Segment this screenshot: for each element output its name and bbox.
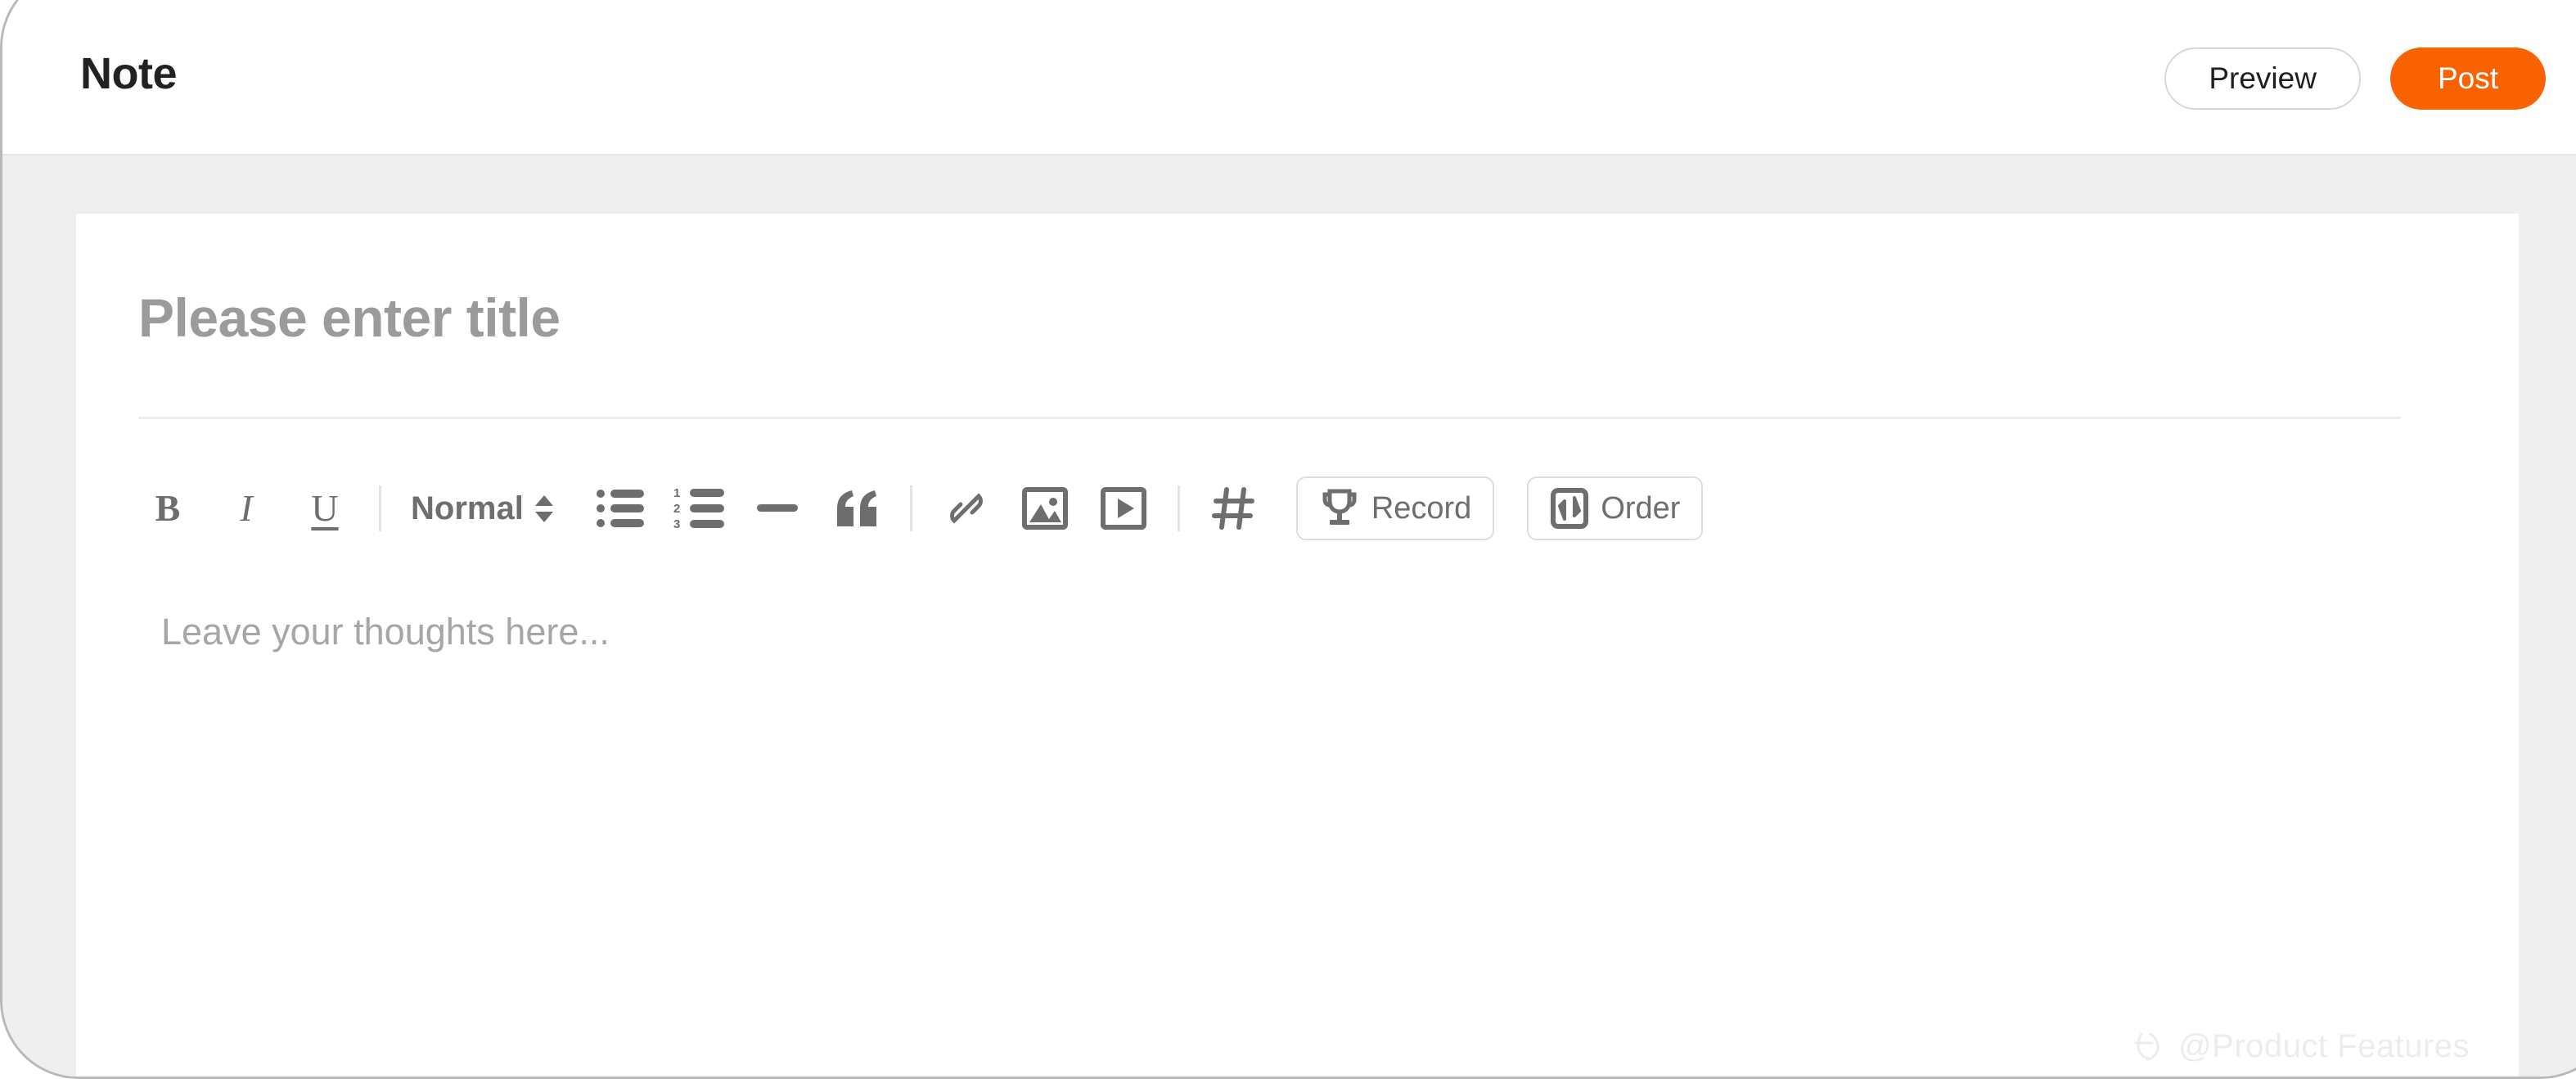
blockquote-button[interactable] <box>826 474 885 543</box>
record-button[interactable]: Record <box>1295 476 1495 540</box>
bullet-list-button[interactable] <box>591 474 650 543</box>
body-input[interactable]: Leave your thoughts here... <box>161 613 610 650</box>
post-button-label: Post <box>2437 61 2498 95</box>
title-divider <box>138 417 2401 419</box>
image-icon <box>1021 485 1068 531</box>
numbered-list-button[interactable]: 1 2 3 <box>669 474 728 543</box>
bold-button[interactable]: B <box>138 474 197 543</box>
bold-button-label: B <box>155 487 181 529</box>
video-button[interactable] <box>1094 474 1153 543</box>
editor-toolbar: B I U Normal 1 2 3 Record Order <box>138 469 1704 548</box>
blockquote-icon <box>834 490 878 526</box>
device-frame: Note Preview Post Please enter title B I… <box>0 0 2576 1079</box>
chevron-up-down-icon <box>534 494 553 522</box>
order-button[interactable]: Order <box>1527 476 1704 540</box>
header-actions: Preview Post <box>2164 47 2546 110</box>
underline-button-label: U <box>311 487 339 529</box>
paragraph-style-value: Normal <box>411 490 524 526</box>
post-button[interactable]: Post <box>2389 47 2546 110</box>
image-button[interactable] <box>1016 474 1074 543</box>
link-button[interactable] <box>937 474 996 543</box>
trophy-icon <box>1319 488 1360 529</box>
toolbar-separator <box>909 485 912 531</box>
app-header: Note Preview Post <box>2 0 2576 156</box>
underline-button[interactable]: U <box>295 474 354 543</box>
title-input[interactable]: Please enter title <box>138 291 561 345</box>
horizontal-rule-icon <box>756 503 798 513</box>
toolbar-separator <box>379 485 381 531</box>
bullet-list-icon <box>596 488 644 529</box>
preview-button[interactable]: Preview <box>2164 47 2361 110</box>
watermark-text: @Product Features <box>2178 1028 2470 1064</box>
italic-button[interactable]: I <box>217 474 276 543</box>
order-button-label: Order <box>1601 490 1681 526</box>
svg-text:2: 2 <box>673 502 680 516</box>
record-button-label: Record <box>1371 490 1472 526</box>
hashtag-icon <box>1211 485 1257 531</box>
paragraph-style-select[interactable]: Normal <box>406 492 558 525</box>
svg-text:3: 3 <box>673 517 680 530</box>
italic-button-label: I <box>240 487 253 529</box>
editor-card: Please enter title B I U Normal 1 2 3 Re… <box>76 214 2519 1077</box>
preview-button-label: Preview <box>2209 61 2317 95</box>
order-icon <box>1550 488 1589 529</box>
numbered-list-icon: 1 2 3 <box>673 487 724 530</box>
app-window: Note Preview Post Please enter title B I… <box>2 0 2576 1077</box>
product-features-logo-icon <box>2131 1029 2165 1063</box>
horizontal-rule-button[interactable] <box>748 474 807 543</box>
toolbar-separator <box>1177 485 1180 531</box>
video-icon <box>1100 485 1146 531</box>
link-icon <box>944 486 989 530</box>
hashtag-button[interactable] <box>1205 474 1263 543</box>
watermark: @Product Features <box>2131 1029 2470 1063</box>
page-title: Note <box>80 49 178 98</box>
svg-text:1: 1 <box>673 487 680 500</box>
